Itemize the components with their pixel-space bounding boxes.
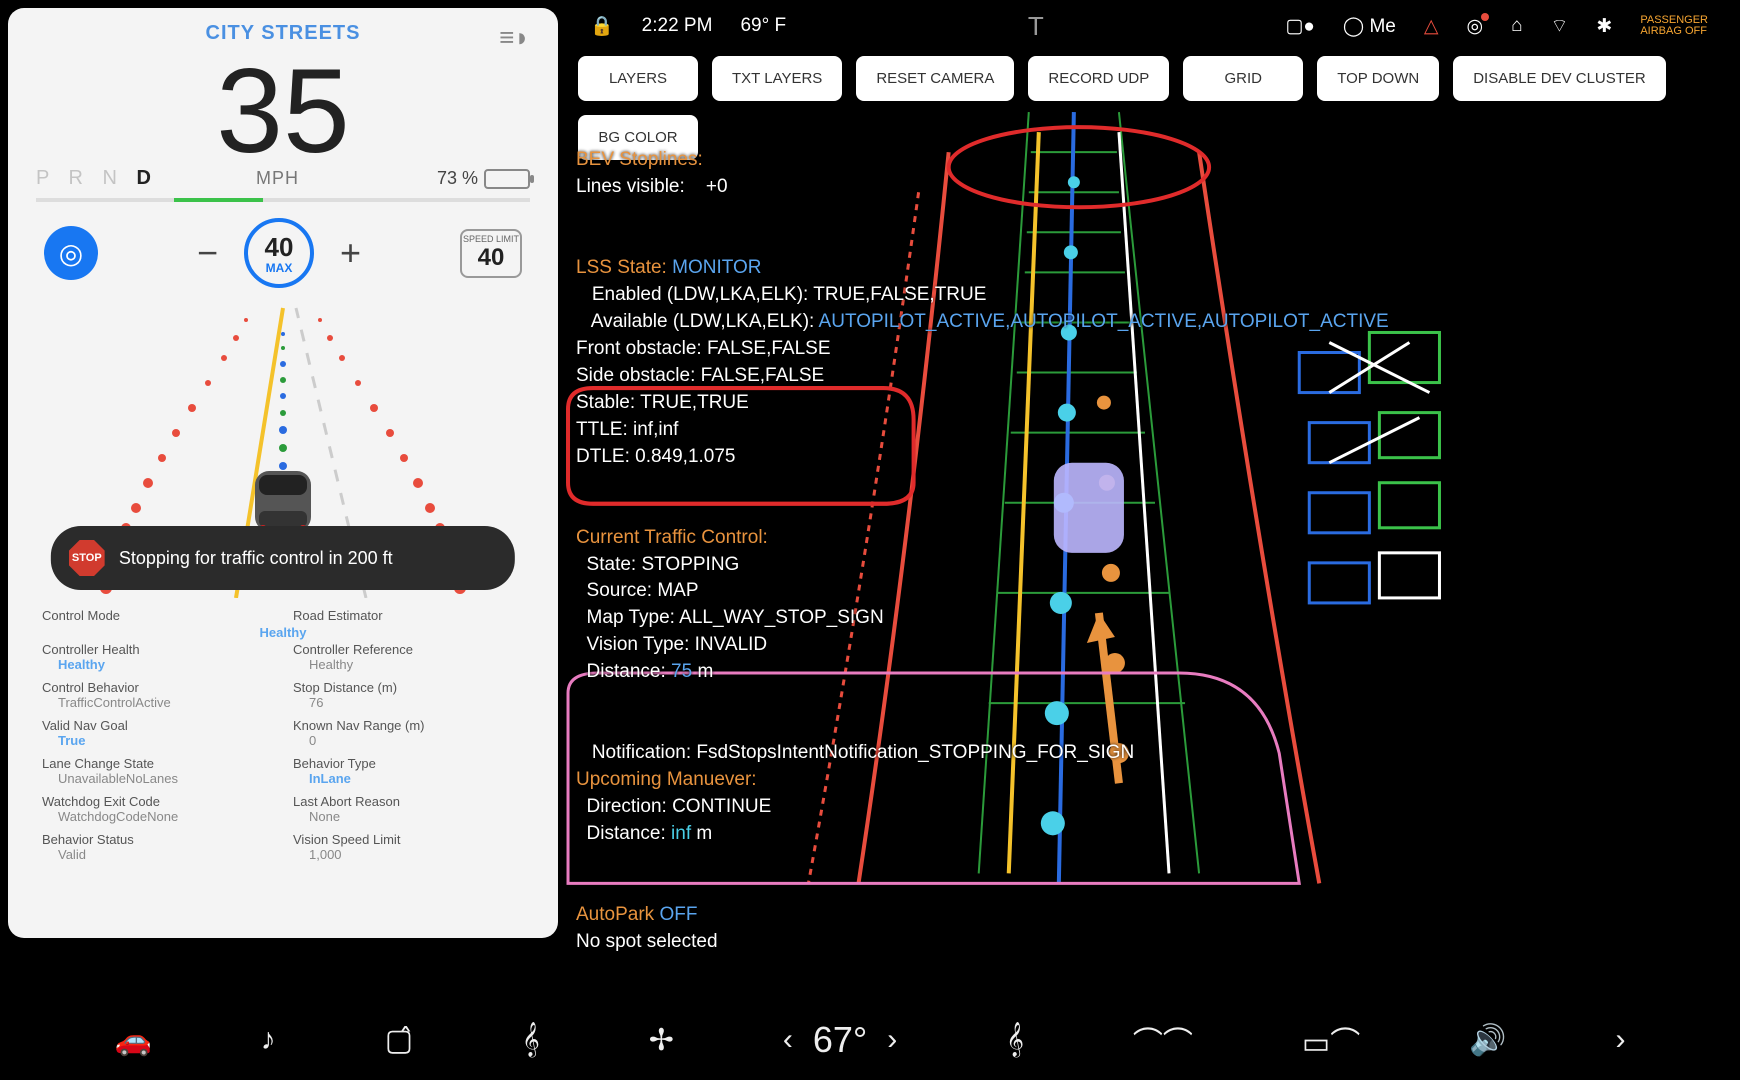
car-icon[interactable]: 🚗 [114, 1023, 151, 1058]
toast-message: Stopping for traffic control in 200 ft [119, 548, 393, 569]
bluetooth-icon[interactable]: ✱ [1596, 15, 1612, 38]
app-launcher-icon[interactable]: ▢̂ [385, 1023, 413, 1058]
autopilot-toast: STOP Stopping for traffic control in 200… [51, 526, 515, 590]
sentry-icon[interactable]: ◎ [1466, 15, 1483, 38]
battery-indicator: 73 % [437, 168, 530, 189]
status-bar: 🔒 2:22 PM 69° F T ▢● ◯ Me △ ◎ ⌂ ⌔ ✱ PASS… [570, 0, 1728, 52]
regen-bar [36, 198, 530, 202]
outside-temp: 69° F [740, 15, 786, 37]
speed-plus-button[interactable]: + [340, 232, 361, 274]
mode-title: CITY STREETS [206, 22, 361, 45]
dashcam-icon[interactable]: ▢● [1285, 15, 1314, 38]
profile-button[interactable]: ◯ Me [1343, 15, 1396, 38]
tesla-logo-icon: T [1028, 11, 1044, 42]
dev-visualization-panel: 🔒 2:22 PM 69° F T ▢● ◯ Me △ ◎ ⌂ ⌔ ✱ PASS… [558, 0, 1740, 1000]
autopilot-wheel-icon[interactable]: ◎ [44, 226, 98, 280]
speed-limit-sign: SPEED LIMIT 40 [460, 229, 522, 278]
homelink-icon[interactable]: ⌂ [1511, 15, 1522, 37]
debug-overlay: BEV Stoplines: Lines visible: +0 LSS Sta… [576, 120, 1722, 1080]
wifi-icon[interactable]: ⌔ [1551, 14, 1569, 38]
speed-unit: MPH [118, 168, 437, 189]
battery-icon [484, 169, 530, 189]
airbag-indicator: PASSENGERAIRBAG OFF [1640, 15, 1708, 37]
left-seat-heat-icon[interactable]: 𝄞 [522, 1023, 540, 1057]
clock: 2:22 PM [642, 15, 713, 37]
lock-icon[interactable]: 🔒 [590, 14, 614, 38]
alert-triangle-icon[interactable]: △ [1424, 15, 1439, 38]
music-icon[interactable]: ♪ [261, 1023, 276, 1057]
stop-sign-icon: STOP [69, 540, 105, 576]
speed-minus-button[interactable]: − [197, 232, 218, 274]
diagnostics-grid: Control Mode Road Estimator Healthy Cont… [36, 608, 530, 868]
driving-visualization[interactable]: STOP Stopping for traffic control in 200… [36, 298, 530, 598]
max-speed-setting[interactable]: 40 MAX [244, 218, 314, 288]
speed-value: 35 [36, 51, 530, 171]
driver-cluster: CITY STREETS ≡◗ 35 P R N D MPH 73 % ◎ − … [8, 8, 558, 938]
headlights-icon[interactable]: ≡◗ [499, 22, 530, 53]
